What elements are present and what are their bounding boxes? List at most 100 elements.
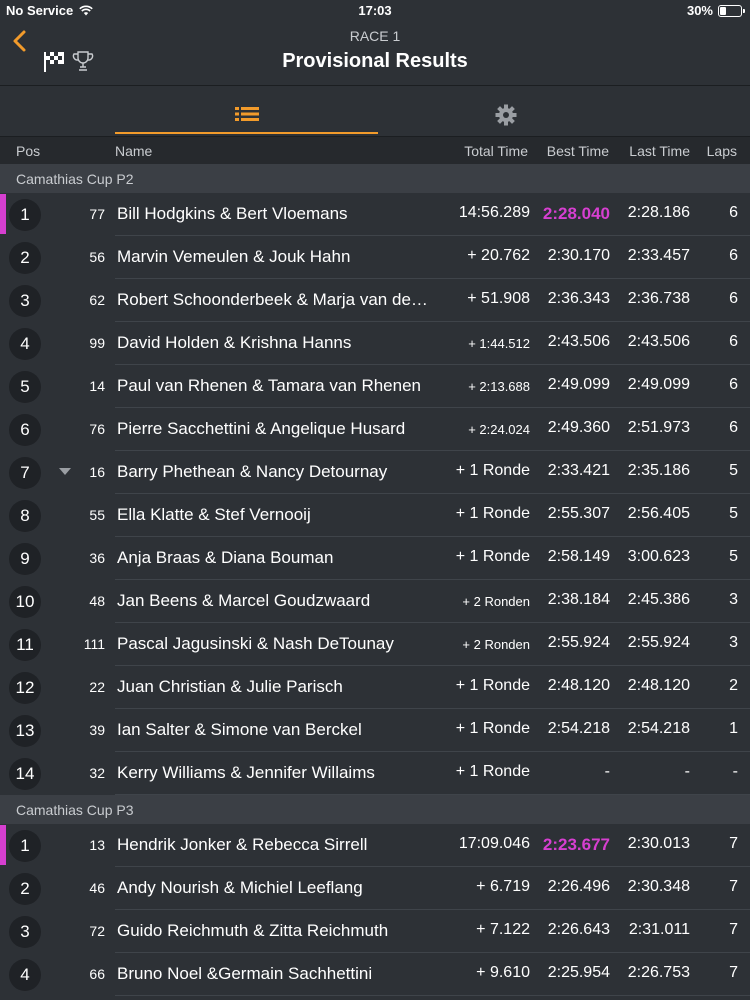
total-time: + 1 Ronde [455,462,530,479]
driver-names: Bill Hodgkins & Bert Vloemans [117,204,348,223]
laps-count: 6 [729,247,738,264]
driver-names: Ella Klatte & Stef Vernooij [117,505,311,524]
last-time: 2:45.386 [627,591,690,608]
table-row[interactable]: 6 76 Pierre Sacchettini & Angelique Husard… [0,408,750,451]
position-badge: 4 [9,328,41,360]
laps-count: 6 [729,376,738,393]
last-time: 2:30.013 [627,835,690,852]
col-pos: Pos [16,143,41,159]
total-time: + 7.122 [476,921,530,938]
table-row[interactable]: 4 99 David Holden & Krishna Hanns + 1:44.51… [0,322,750,365]
total-time: + 6.719 [476,878,530,895]
car-number: 16 [89,464,105,480]
best-time: 2:26.496 [547,878,610,895]
driver-names: Anja Braas & Diana Bouman [117,548,334,567]
driver-names: Bruno Noel &Germain Sachhettini [117,964,373,983]
laps-count: 5 [729,548,738,565]
laps-count: 2 [729,677,738,694]
table-row[interactable]: 3 62 Robert Schoonderbeek & Marja van de… +… [0,279,750,322]
table-row[interactable]: 9 36 Anja Braas & Diana Bouman + 1 Ronde 2:5… [0,537,750,580]
tab-bar [0,96,750,136]
table-row[interactable]: 14 32 Kerry Williams & Jennifer Willaims + … [0,752,750,795]
total-time: + 1:44.512 [468,336,530,351]
driver-names: Marvin Vemeulen & Jouk Hahn [117,247,351,266]
car-number: 55 [89,507,105,523]
total-time: + 1 Ronde [455,763,530,780]
table-row[interactable]: 8 55 Ella Klatte & Stef Vernooij + 1 Ronde 2… [0,494,750,537]
car-number: 66 [89,966,105,982]
laps-count: 7 [729,964,738,981]
total-time: + 2 Ronden [462,637,530,652]
laps-count: 3 [729,634,738,651]
table-row[interactable]: 5 14 Paul van Rhenen & Tamara van Rhenen + … [0,365,750,408]
last-time: 2:26.753 [627,964,690,981]
battery-fill [720,6,726,15]
last-time: 2:54.218 [627,720,690,737]
laps-count: 5 [729,462,738,479]
position-down-icon [59,468,71,475]
car-number: 39 [89,722,105,738]
tab-settings[interactable] [378,96,633,134]
race-subtitle: RACE 1 [349,28,401,44]
car-number: 77 [89,206,105,222]
table-row[interactable]: 11 111 Pascal Jagusinski & Nash DeTounay + … [0,623,750,666]
driver-names: Ian Salter & Simone van Berckel [117,720,362,739]
group-title: Camathias Cup P3 [16,802,134,818]
last-time: 2:30.348 [627,878,690,895]
last-time: 2:35.186 [627,462,690,479]
laps-count: 5 [729,505,738,522]
laps-count: 7 [729,878,738,895]
table-row[interactable]: 4 66 Bruno Noel &Germain Sachhettini + 9.61… [0,953,750,996]
table-row[interactable]: 12 22 Juan Christian & Julie Parisch + 1 Ro… [0,666,750,709]
battery-label: 30% [686,3,713,18]
best-time: 2:30.170 [547,247,610,264]
best-time: 2:54.218 [547,720,610,737]
driver-names: Guido Reichmuth & Zitta Reichmuth [117,921,389,940]
table-row[interactable]: 3 72 Guido Reichmuth & Zitta Reichmuth + 7.… [0,910,750,953]
tab-results-list[interactable] [115,96,378,134]
best-time: 2:23.677 [542,835,610,854]
laps-count: 1 [729,720,738,737]
last-time: 2:49.099 [627,376,690,393]
total-time: + 2 Ronden [462,594,530,609]
driver-names: Barry Phethean & Nancy Detournay [117,462,388,481]
table-row[interactable]: 13 39 Ian Salter & Simone van Berckel + 1 R… [0,709,750,752]
position-badge: 1 [9,199,41,231]
last-time: 2:48.120 [627,677,690,694]
status-bar: No Service 17:03 30% [0,0,750,20]
table-row[interactable]: 1 13 Hendrik Jonker & Rebecca Sirrell 17:09… [0,824,750,867]
best-time: 2:48.120 [547,677,610,694]
car-number: 62 [89,292,105,308]
car-number: 72 [89,923,105,939]
total-time: 17:09.046 [458,835,530,852]
last-time: - [684,763,690,780]
laps-count: 6 [729,204,738,221]
table-row[interactable]: 10 48 Jan Beens & Marcel Goudzwaard + 2 Ron… [0,580,750,623]
table-row[interactable]: 2 56 Marvin Vemeulen & Jouk Hahn + 20.762 2:… [0,236,750,279]
status-right: 30% [686,3,745,18]
col-best-time: Best Time [546,143,609,159]
total-time: + 20.762 [467,247,530,264]
car-number: 32 [89,765,105,781]
status-time: 17:03 [358,3,392,18]
table-row[interactable]: 1 77 Bill Hodgkins & Bert Vloemans 14:56.28… [0,193,750,236]
list-icon [234,107,259,121]
position-badge: 4 [9,959,41,991]
laps-count: - [732,763,738,780]
table-row[interactable]: 7 16 Barry Phethean & Nancy Detournay + 1 R… [0,451,750,494]
best-time: - [604,763,610,780]
best-time: 2:49.099 [547,376,610,393]
total-time: + 1 Ronde [455,720,530,737]
laps-count: 3 [729,591,738,608]
car-number: 111 [83,636,105,652]
position-badge: 7 [9,457,41,489]
total-time: + 1 Ronde [455,677,530,694]
table-row[interactable]: 2 46 Andy Nourish & Michiel Leeflang + 6.71… [0,867,750,910]
car-number: 13 [89,837,105,853]
position-badge: 10 [9,586,41,618]
position-badge: 11 [9,629,41,661]
laps-count: 6 [729,333,738,350]
driver-names: Paul van Rhenen & Tamara van Rhenen [117,376,421,395]
total-time: + 9.610 [476,964,530,981]
car-number: 36 [89,550,105,566]
